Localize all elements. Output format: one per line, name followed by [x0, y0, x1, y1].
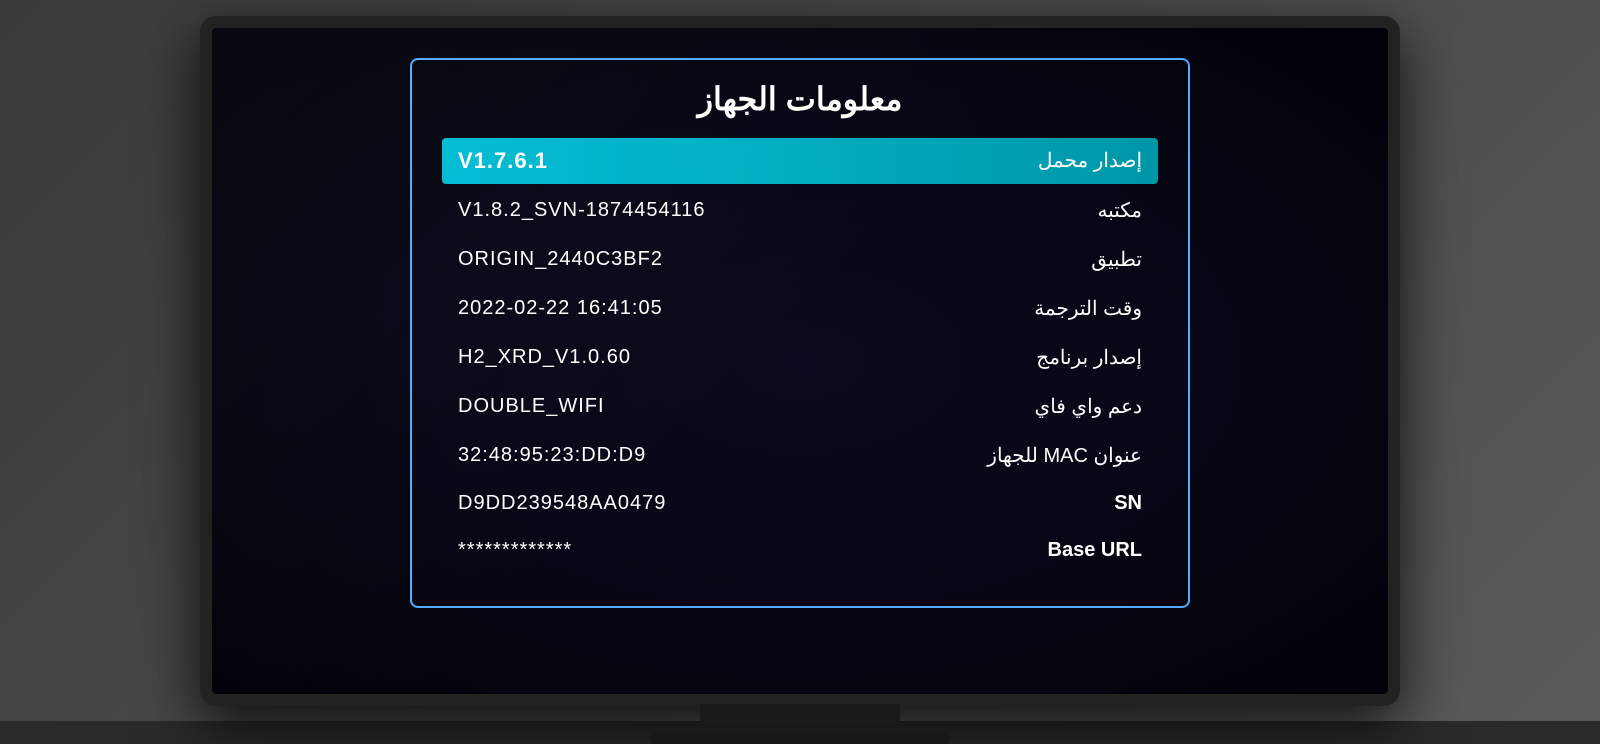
info-label-2: تطبيق [1091, 247, 1142, 272]
info-row-6: 32:48:95:23:DD:D9 عنوان MAC للجهاز [442, 433, 1158, 478]
info-label-0: إصدار محمل [1038, 148, 1142, 173]
info-row-5: DOUBLE_WIFI دعم واي فاي [442, 384, 1158, 429]
info-value-2: ORIGIN_2440C3BF2 [458, 248, 663, 271]
info-label-6: عنوان MAC للجهاز [987, 443, 1142, 468]
info-value-1: V1.8.2_SVN-1874454116 [458, 199, 705, 222]
tv-foot [650, 732, 950, 744]
tv-screen: معلومات الجهاز V1.7.6.1 إصدار محمل V1.8.2_… [212, 28, 1388, 694]
info-row-4: H2_XRD_V1.0.60 إصدار برنامج [442, 335, 1158, 380]
info-value-3: 2022-02-22 16:41:05 [458, 297, 663, 320]
info-label-8: Base URL [1048, 539, 1142, 562]
info-row-0: V1.7.6.1 إصدار محمل [442, 138, 1158, 184]
info-panel: معلومات الجهاز V1.7.6.1 إصدار محمل V1.8.2_… [410, 58, 1190, 608]
info-value-7: D9DD239548AA0479 [458, 492, 666, 515]
tv-screen-container: معلومات الجهاز V1.7.6.1 إصدار محمل V1.8.2_… [200, 16, 1400, 706]
info-row-1: V1.8.2_SVN-1874454116 مكتبه [442, 188, 1158, 233]
info-value-4: H2_XRD_V1.0.60 [458, 346, 631, 369]
info-row-3: 2022-02-22 16:41:05 وقت الترجمة [442, 286, 1158, 331]
info-label-3: وقت الترجمة [1034, 296, 1142, 321]
info-rows-container: V1.7.6.1 إصدار محمل V1.8.2_SVN-1874454116 م… [442, 138, 1158, 572]
info-value-8: ************* [458, 539, 572, 562]
info-row-7: D9DD239548AA0479 SN [442, 482, 1158, 525]
info-value-6: 32:48:95:23:DD:D9 [458, 444, 646, 467]
info-label-1: مكتبه [1097, 198, 1142, 223]
info-value-0: V1.7.6.1 [458, 148, 548, 174]
info-value-5: DOUBLE_WIFI [458, 395, 605, 418]
info-row-2: ORIGIN_2440C3BF2 تطبيق [442, 237, 1158, 282]
info-label-5: دعم واي فاي [1035, 394, 1142, 419]
info-label-7: SN [1114, 492, 1142, 515]
info-label-4: إصدار برنامج [1036, 345, 1142, 370]
panel-title: معلومات الجهاز [442, 80, 1158, 118]
info-row-8: ************* Base URL [442, 529, 1158, 572]
